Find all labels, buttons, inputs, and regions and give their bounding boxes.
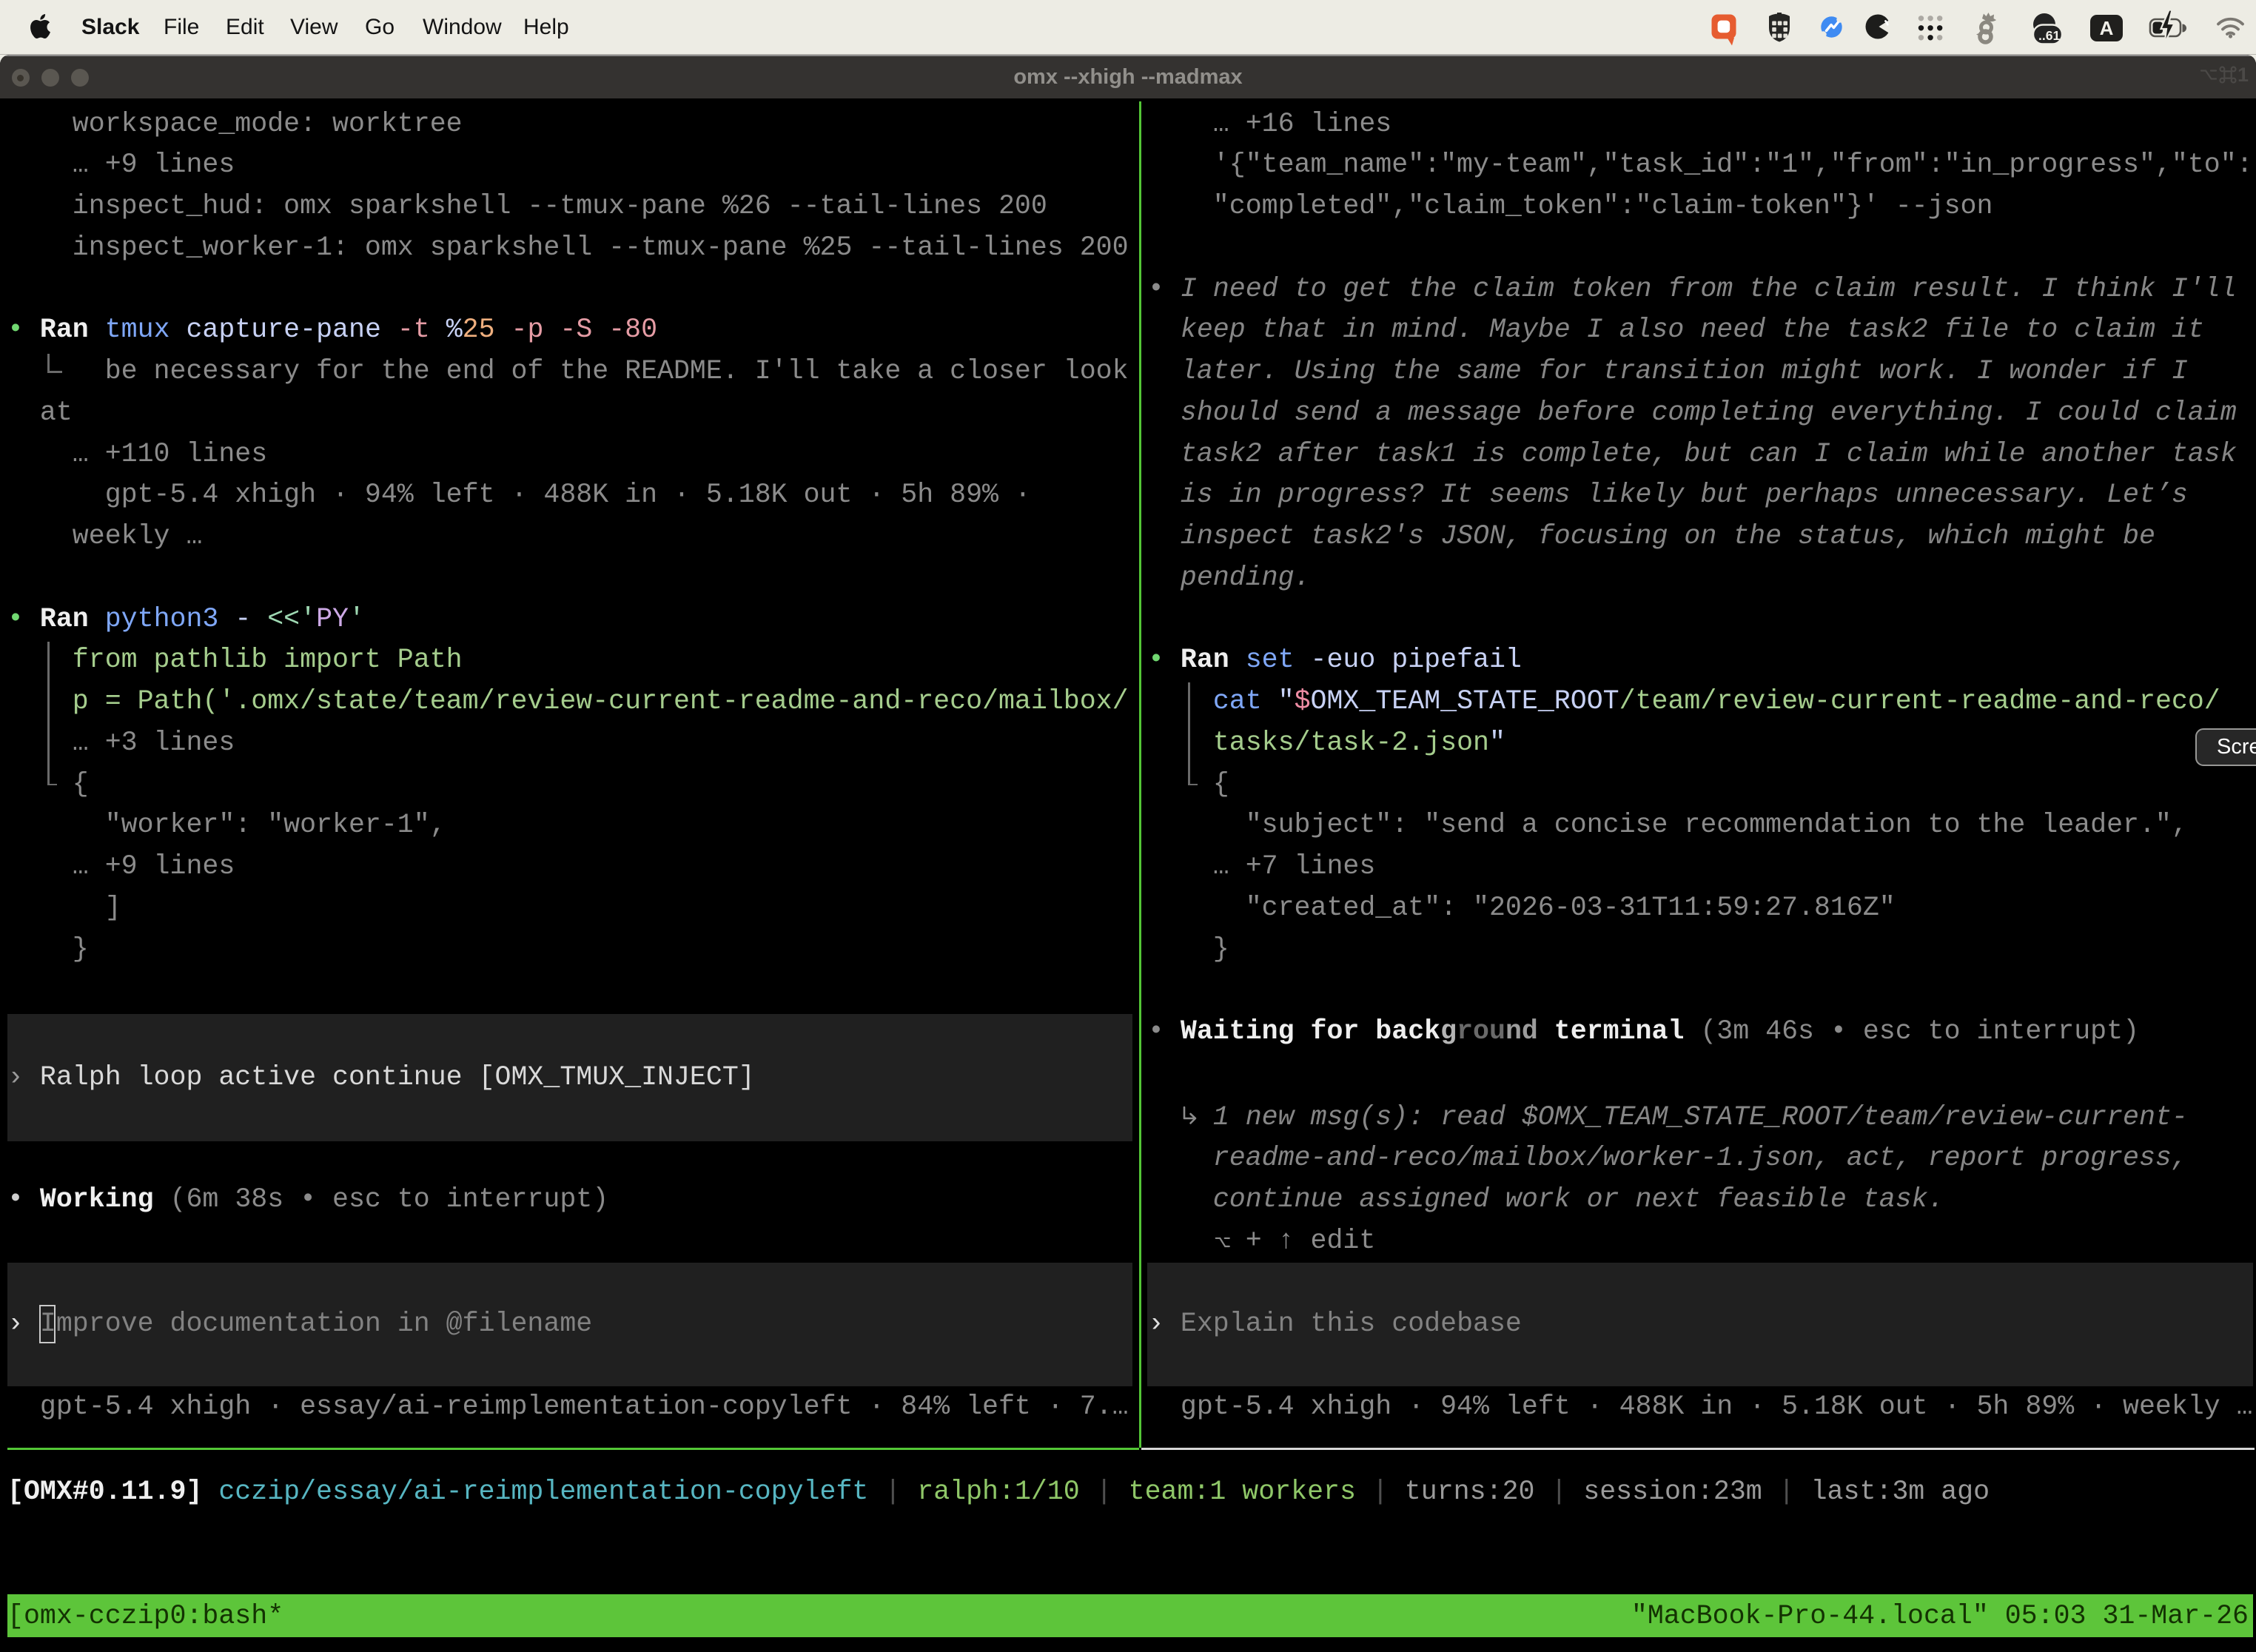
svg-text:..61: ..61 <box>2038 28 2060 43</box>
